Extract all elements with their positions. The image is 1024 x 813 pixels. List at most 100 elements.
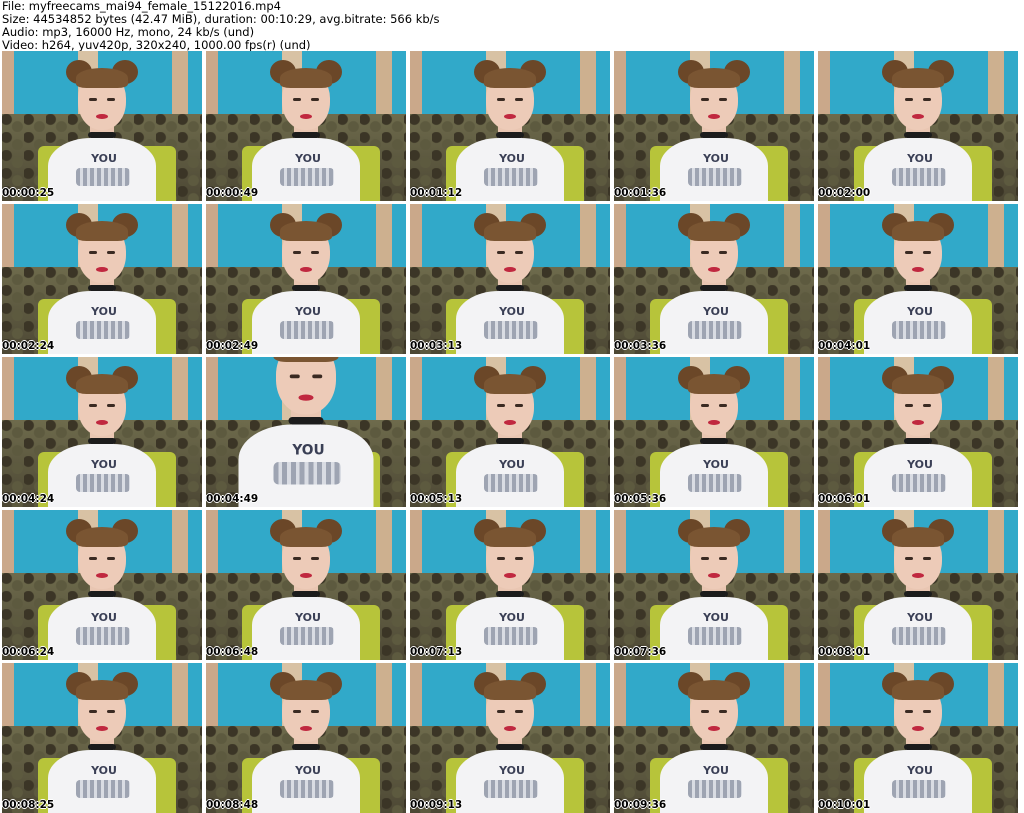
- eye: [497, 557, 505, 560]
- shirt-print: YOU: [499, 152, 525, 165]
- choker: [288, 417, 324, 425]
- eye: [293, 251, 301, 254]
- eye: [311, 710, 319, 713]
- thumbnail-frame[interactable]: YOU 00:07:13: [410, 510, 610, 660]
- shirt-print: YOU: [295, 764, 321, 777]
- face: [280, 221, 332, 283]
- shirt-print: YOU: [703, 458, 729, 471]
- face: [892, 221, 944, 283]
- shirt-glitter: [280, 168, 334, 186]
- thumbnail-frame[interactable]: YOU 00:08:25: [2, 663, 202, 813]
- lips: [708, 573, 720, 578]
- eye: [497, 404, 505, 407]
- shirt-glitter: [76, 474, 130, 492]
- person: YOU: [246, 60, 366, 201]
- person: YOU: [654, 60, 774, 201]
- thumbnail-frame[interactable]: YOU 00:05:36: [614, 357, 814, 507]
- eye: [107, 557, 115, 560]
- thumbnail-frame[interactable]: YOU 00:10:01: [818, 663, 1018, 813]
- shirt-glitter: [484, 474, 538, 492]
- eye: [719, 404, 727, 407]
- timestamp-label: 00:04:01: [818, 340, 871, 352]
- thumbnail-frame[interactable]: YOU 00:06:48: [206, 510, 406, 660]
- eye: [701, 98, 709, 101]
- eye: [497, 710, 505, 713]
- lips: [504, 114, 516, 119]
- eye: [905, 98, 913, 101]
- person: YOU: [654, 672, 774, 813]
- eye: [905, 557, 913, 560]
- shirt-glitter: [76, 321, 130, 339]
- thumbnail-frame[interactable]: YOU 00:04:49: [206, 357, 406, 507]
- person: YOU: [42, 366, 162, 507]
- thumbnail-frame[interactable]: YOU 00:07:36: [614, 510, 814, 660]
- eye: [923, 404, 931, 407]
- timestamp-label: 00:06:01: [818, 493, 871, 505]
- timestamp-label: 00:01:12: [410, 187, 463, 199]
- shirt-print: YOU: [91, 611, 117, 624]
- lips: [708, 267, 720, 272]
- thumbnail-frame[interactable]: YOU 00:02:00: [818, 51, 1018, 201]
- thumbnail-frame[interactable]: YOU 00:03:36: [614, 204, 814, 354]
- shirt-print: YOU: [91, 458, 117, 471]
- eye: [719, 251, 727, 254]
- face: [688, 527, 740, 589]
- thumbnail-frame[interactable]: YOU 00:06:24: [2, 510, 202, 660]
- person: YOU: [858, 60, 978, 201]
- eye: [905, 710, 913, 713]
- shirt-glitter: [892, 168, 946, 186]
- shirt-glitter: [892, 780, 946, 798]
- shirt-print: YOU: [295, 611, 321, 624]
- thumbnail-frame[interactable]: YOU 00:04:01: [818, 204, 1018, 354]
- face: [688, 68, 740, 130]
- timestamp-label: 00:05:36: [614, 493, 667, 505]
- shirt-glitter: [892, 321, 946, 339]
- thumbnail-frame[interactable]: YOU 00:00:25: [2, 51, 202, 201]
- shirt-print: YOU: [499, 764, 525, 777]
- shirt-print: YOU: [292, 442, 325, 459]
- timestamp-label: 00:01:36: [614, 187, 667, 199]
- shirt-glitter: [76, 168, 130, 186]
- thumbnail-frame[interactable]: YOU 00:01:36: [614, 51, 814, 201]
- lips: [298, 394, 314, 401]
- lips: [912, 573, 924, 578]
- person: YOU: [42, 213, 162, 354]
- eye: [923, 98, 931, 101]
- thumbnail-frame[interactable]: YOU 00:09:13: [410, 663, 610, 813]
- lips: [708, 420, 720, 425]
- shirt-glitter: [280, 780, 334, 798]
- thumbnail-frame[interactable]: YOU 00:02:24: [2, 204, 202, 354]
- person: YOU: [42, 672, 162, 813]
- eye: [107, 710, 115, 713]
- thumbnail-frame[interactable]: YOU 00:09:36: [614, 663, 814, 813]
- thumbnail-frame[interactable]: YOU 00:02:49: [206, 204, 406, 354]
- thumbnail-frame[interactable]: YOU 00:08:48: [206, 663, 406, 813]
- face: [280, 527, 332, 589]
- thumbnail-frame[interactable]: YOU 00:00:49: [206, 51, 406, 201]
- shirt-glitter: [688, 780, 742, 798]
- eye: [701, 251, 709, 254]
- thumbnail-frame[interactable]: YOU 00:04:24: [2, 357, 202, 507]
- eye: [89, 710, 97, 713]
- shirt-glitter: [76, 780, 130, 798]
- shirt-glitter: [280, 321, 334, 339]
- thumbnail-frame[interactable]: YOU 00:03:13: [410, 204, 610, 354]
- thumbnail-frame[interactable]: YOU 00:08:01: [818, 510, 1018, 660]
- shirt-print: YOU: [703, 305, 729, 318]
- eye: [89, 557, 97, 560]
- thumbnail-frame[interactable]: YOU 00:01:12: [410, 51, 610, 201]
- eye: [515, 98, 523, 101]
- person: YOU: [654, 366, 774, 507]
- person: YOU: [654, 213, 774, 354]
- shirt-glitter: [892, 474, 946, 492]
- face: [484, 68, 536, 130]
- shirt-glitter: [484, 627, 538, 645]
- lips: [96, 726, 108, 731]
- shirt-glitter: [688, 321, 742, 339]
- thumbnail-frame[interactable]: YOU 00:06:01: [818, 357, 1018, 507]
- shirt-print: YOU: [907, 458, 933, 471]
- face: [280, 680, 332, 742]
- thumbnail-frame[interactable]: YOU 00:05:13: [410, 357, 610, 507]
- lips: [300, 114, 312, 119]
- eye: [293, 557, 301, 560]
